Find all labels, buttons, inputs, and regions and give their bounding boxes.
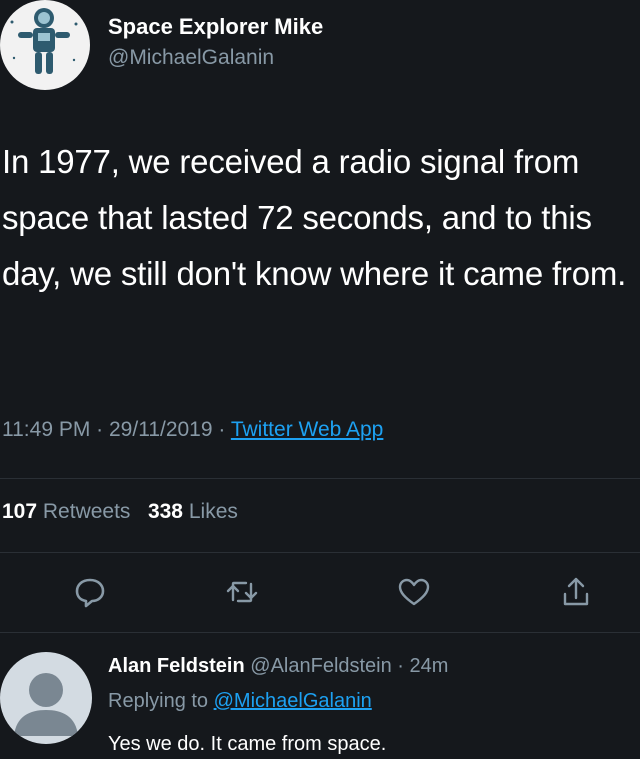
divider [0,632,640,633]
likes-label[interactable]: Likes [189,500,238,523]
retweet-icon [226,581,258,603]
divider [0,478,640,479]
author-handle[interactable]: @MichaelGalanin [108,46,274,70]
reply-time[interactable]: 24m [410,655,449,677]
like-button[interactable] [394,572,434,612]
replying-to-line: Replying to @MichaelGalanin [108,690,372,713]
reply-button[interactable] [70,572,110,612]
reply-display-name[interactable]: Alan Feldstein [108,655,245,677]
retweet-button[interactable] [222,572,262,612]
tweet-stats: 107 Retweets 338 Likes [2,500,238,524]
reply-text: Yes we do. It came from space. [108,733,387,755]
tweet-date: 29/11/2019 [109,418,213,441]
reply-header: Alan Feldstein @AlanFeldstein · 24m [108,655,448,678]
reply-icon [75,578,105,608]
replying-to-label: Replying to [108,690,209,712]
like-icon [398,578,430,606]
author-avatar[interactable] [0,0,90,90]
meta-separator: · [212,418,231,441]
reply-handle[interactable]: @AlanFeldstein [250,655,391,677]
default-user-avatar-icon [14,673,78,736]
share-icon [563,577,589,606]
author-display-name[interactable]: Space Explorer Mike [108,14,323,40]
reply-separator: · [391,655,410,677]
tweet-text: In 1977, we received a radio signal from… [2,143,627,292]
replying-to-link[interactable]: @MichaelGalanin [214,690,372,712]
retweets-count[interactable]: 107 [2,500,37,523]
likes-count[interactable]: 338 [148,500,183,523]
retweets-label[interactable]: Retweets [43,500,131,523]
tweet-meta: 11:49 PM · 29/11/2019 · Twitter Web App [2,418,383,442]
meta-separator: · [90,418,109,441]
share-button[interactable] [556,572,596,612]
tweet-time: 11:49 PM [2,418,91,441]
astronaut-avatar-icon [10,8,78,74]
reply-avatar[interactable] [0,652,92,744]
tweet-source-link[interactable]: Twitter Web App [231,418,384,441]
divider [0,552,640,553]
